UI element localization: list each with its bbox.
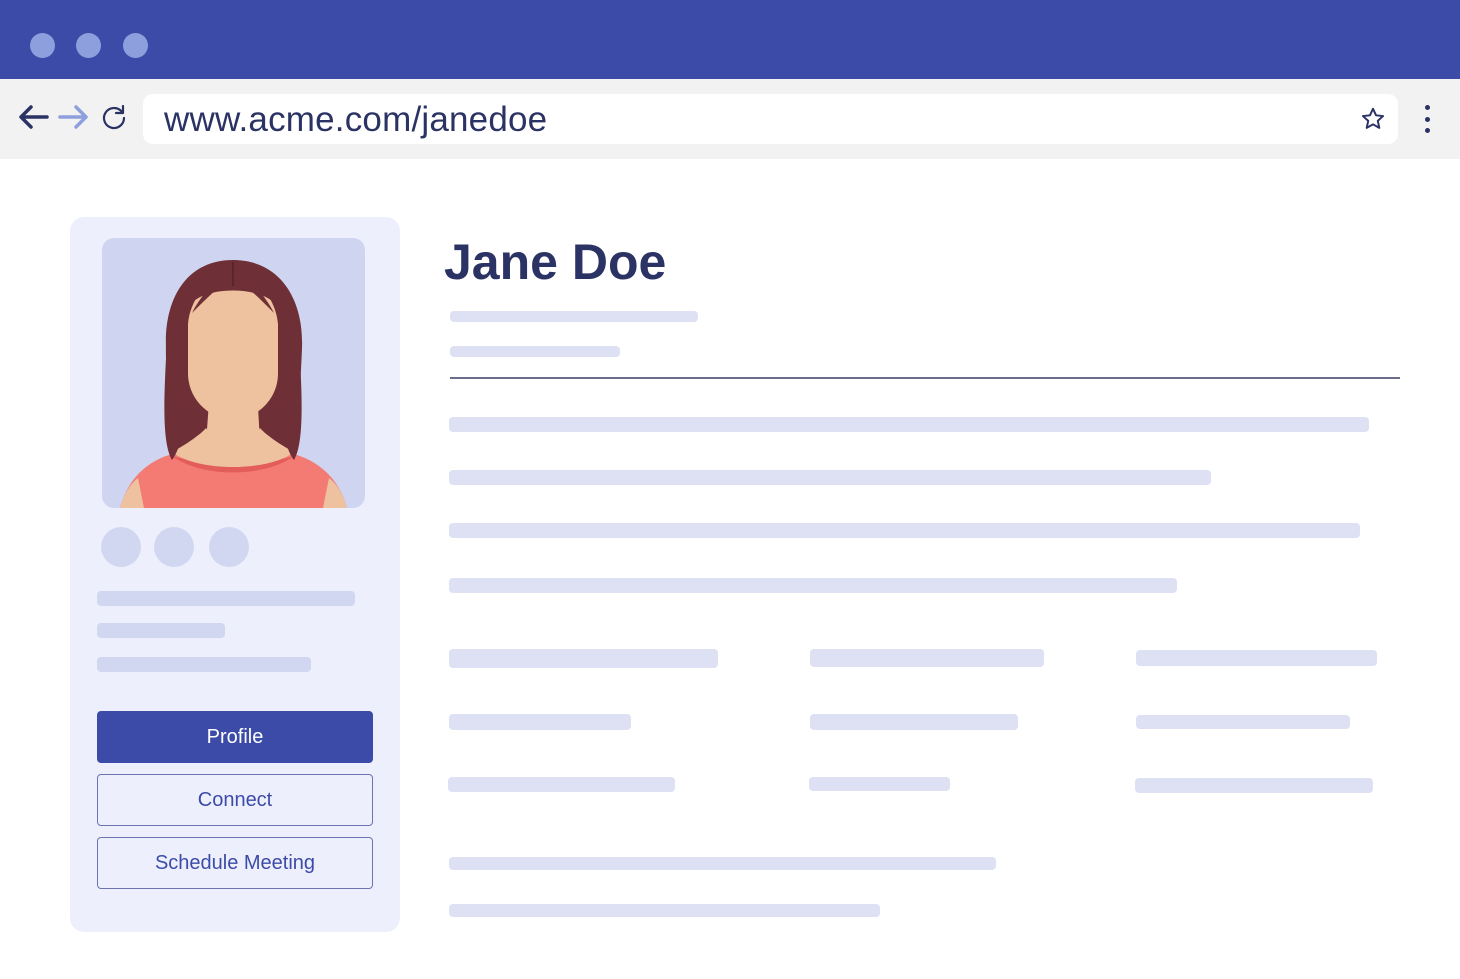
arrow-right-icon	[58, 105, 88, 129]
window-dot-1[interactable]	[30, 33, 55, 58]
forward-button[interactable]	[56, 99, 92, 135]
url-text[interactable]: www.acme.com/janedoe	[164, 100, 547, 140]
placeholder-line	[1136, 715, 1350, 729]
profile-button[interactable]: Profile	[97, 711, 373, 763]
avatar	[102, 238, 365, 508]
placeholder-line	[1136, 650, 1377, 666]
placeholder-line	[449, 417, 1369, 432]
divider	[450, 377, 1400, 379]
arrow-left-icon	[19, 105, 49, 129]
avatar-illustration	[120, 260, 347, 508]
social-icon-2[interactable]	[154, 527, 194, 567]
placeholder-line	[97, 657, 311, 672]
profile-card: Profile Connect Schedule Meeting	[70, 217, 400, 932]
more-vertical-icon[interactable]	[1417, 102, 1437, 136]
schedule-meeting-button[interactable]: Schedule Meeting	[97, 837, 373, 889]
reload-icon	[102, 104, 126, 130]
window-dot-2[interactable]	[76, 33, 101, 58]
placeholder-line	[449, 904, 880, 917]
connect-button[interactable]: Connect	[97, 774, 373, 826]
social-icon-3[interactable]	[209, 527, 249, 567]
profile-name: Jane Doe	[444, 234, 667, 290]
placeholder-line	[449, 714, 631, 730]
placeholder-line	[450, 311, 698, 322]
placeholder-line	[448, 777, 675, 792]
placeholder-line	[449, 470, 1211, 485]
placeholder-line	[449, 857, 996, 870]
reload-button[interactable]	[96, 99, 132, 135]
placeholder-line	[1135, 778, 1373, 793]
placeholder-line	[449, 649, 718, 668]
placeholder-line	[97, 623, 225, 638]
star-icon[interactable]	[1360, 106, 1386, 132]
placeholder-line	[810, 714, 1018, 730]
placeholder-line	[810, 649, 1044, 667]
address-bar[interactable]: www.acme.com/janedoe	[143, 94, 1398, 144]
placeholder-line	[809, 777, 950, 791]
browser-toolbar: www.acme.com/janedoe	[0, 79, 1460, 159]
window-dot-3[interactable]	[123, 33, 148, 58]
back-button[interactable]	[15, 99, 51, 135]
placeholder-line	[450, 346, 620, 357]
window-titlebar	[0, 0, 1460, 79]
placeholder-line	[449, 523, 1360, 538]
placeholder-line	[449, 578, 1177, 593]
social-icon-1[interactable]	[101, 527, 141, 567]
placeholder-line	[97, 591, 355, 606]
